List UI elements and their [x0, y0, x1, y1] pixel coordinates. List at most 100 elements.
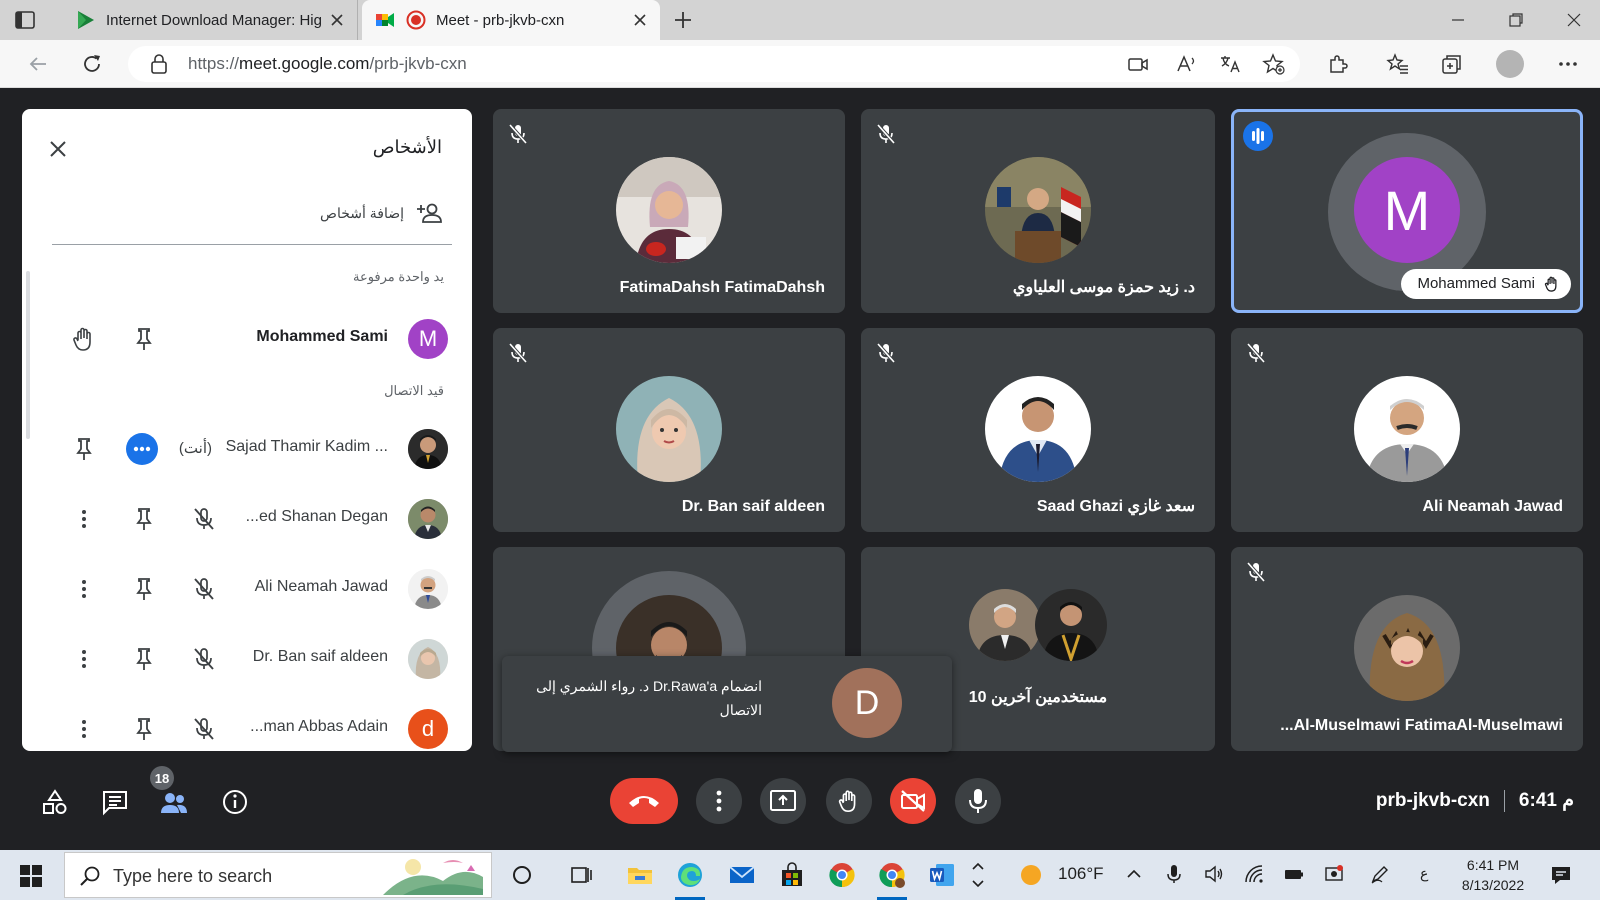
input-language[interactable]: ع: [1420, 865, 1428, 882]
participant-tile[interactable]: Ali Neamah Jawad: [1231, 328, 1583, 532]
chat-icon[interactable]: [101, 788, 129, 816]
more-actions-button[interactable]: [126, 433, 158, 465]
mic-off-icon: [1245, 342, 1267, 364]
close-icon[interactable]: [46, 137, 70, 161]
participant-tile[interactable]: د. زيد حمزة موسى العلياوي: [861, 109, 1215, 313]
read-aloud-icon[interactable]: [1174, 52, 1198, 76]
activities-icon[interactable]: [41, 788, 69, 816]
notifications-icon[interactable]: [1550, 864, 1572, 886]
microsoft-store-icon[interactable]: [778, 861, 806, 889]
system-clock[interactable]: 6:41 PM 8/13/2022: [1448, 855, 1538, 895]
task-view-icon[interactable]: [568, 861, 596, 889]
window-close-icon[interactable]: [1564, 10, 1584, 30]
back-icon[interactable]: [26, 52, 50, 76]
camera-in-use-icon[interactable]: [1126, 52, 1150, 76]
pin-icon[interactable]: [130, 715, 158, 743]
participant-tile[interactable]: FatimaDahsh FatimaDahsh: [493, 109, 845, 313]
people-icon[interactable]: [160, 788, 188, 816]
more-options-button[interactable]: [696, 778, 742, 824]
people-panel: الأشخاص إضافة أشخاص يد واحدة مرفوعة M Mo…: [22, 109, 472, 751]
chevron-up-icon[interactable]: [1124, 864, 1144, 884]
file-explorer-icon[interactable]: [626, 861, 654, 889]
url-field[interactable]: https://meet.google.com/prb-jkvb-cxn: [128, 46, 1300, 82]
list-item[interactable]: Dr. Ban saif aldeen: [22, 629, 472, 689]
add-people-button[interactable]: إضافة أشخاص: [320, 201, 444, 225]
pin-icon[interactable]: [130, 505, 158, 533]
people-count-badge: 18: [150, 766, 174, 790]
more-vert-icon[interactable]: [70, 645, 98, 673]
tab-actions-icon[interactable]: [14, 9, 36, 31]
settings-more-icon[interactable]: [1556, 52, 1580, 76]
wifi-icon[interactable]: [1244, 864, 1264, 884]
more-vert-icon[interactable]: [70, 505, 98, 533]
battery-icon[interactable]: [1284, 864, 1304, 884]
participant-tile[interactable]: ...Al-Muselmawi FatimaAl-Muselmawi: [1231, 547, 1583, 751]
chrome-profile-icon[interactable]: [878, 861, 906, 889]
microphone-in-use-icon[interactable]: [1164, 864, 1184, 884]
participant-photo: [969, 589, 1041, 661]
refresh-icon[interactable]: [80, 52, 104, 76]
end-call-button[interactable]: [610, 778, 678, 824]
tab-idm[interactable]: Internet Download Manager: Hig: [62, 0, 358, 40]
close-icon[interactable]: [329, 12, 345, 28]
microphone-button[interactable]: [955, 778, 1001, 824]
weather-temperature[interactable]: 106°F: [1058, 864, 1104, 884]
weather-sun-icon[interactable]: [1018, 861, 1044, 889]
lock-icon[interactable]: [150, 54, 168, 74]
present-screen-button[interactable]: [760, 778, 806, 824]
translate-icon[interactable]: [1218, 52, 1242, 76]
chrome-icon[interactable]: [828, 861, 856, 889]
mic-off-icon: [190, 645, 218, 673]
pin-icon[interactable]: [130, 575, 158, 603]
list-item[interactable]: Sajad Thamir Kadim ... (أنت): [22, 419, 472, 479]
windows-start-icon[interactable]: [20, 865, 42, 887]
lower-hand-icon[interactable]: [70, 325, 98, 353]
participant-photo: [1354, 595, 1460, 701]
collections-icon[interactable]: [1440, 52, 1464, 76]
url-text: https://meet.google.com/prb-jkvb-cxn: [188, 54, 467, 74]
close-icon[interactable]: [632, 12, 648, 28]
minimize-icon[interactable]: [1448, 10, 1468, 30]
pin-icon[interactable]: [130, 325, 158, 353]
mic-off-icon: [190, 575, 218, 603]
mail-icon[interactable]: [728, 861, 756, 889]
participant-name: Saad Ghazi سعد غازي: [1036, 498, 1195, 515]
list-item[interactable]: Ali Neamah Jawad: [22, 559, 472, 619]
pin-icon[interactable]: [70, 435, 98, 463]
taskbar-search-input[interactable]: Type here to search: [64, 852, 492, 898]
more-vert-icon[interactable]: [70, 575, 98, 603]
volume-icon[interactable]: [1204, 864, 1224, 884]
extensions-icon[interactable]: [1326, 52, 1350, 76]
list-item[interactable]: d ...man Abbas Adain: [22, 699, 472, 751]
favorites-icon[interactable]: [1386, 52, 1410, 76]
meeting-details-icon[interactable]: [221, 788, 249, 816]
divider: [1503, 789, 1505, 812]
more-vert-icon[interactable]: [70, 715, 98, 743]
word-icon[interactable]: [928, 861, 956, 889]
edge-icon[interactable]: [676, 861, 704, 889]
add-favorite-icon[interactable]: [1262, 52, 1286, 76]
notification-text: انضمام Dr.Rawa'a د. رواء الشمري إلى الات…: [536, 678, 762, 718]
new-tab-icon[interactable]: [672, 9, 694, 31]
taskbar-scroll-icon[interactable]: [970, 861, 986, 889]
avatar: [408, 639, 448, 679]
participant-tile[interactable]: Saad Ghazi سعد غازي: [861, 328, 1215, 532]
list-item[interactable]: ...ed Shanan Degan: [22, 489, 472, 549]
pin-icon[interactable]: [130, 645, 158, 673]
camera-off-button[interactable]: [890, 778, 936, 824]
join-notification: D انضمام Dr.Rawa'a د. رواء الشمري إلى ال…: [502, 656, 952, 752]
list-item[interactable]: M Mohammed Sami: [22, 309, 472, 369]
cortana-icon[interactable]: [508, 861, 536, 889]
raise-hand-button[interactable]: [826, 778, 872, 824]
participant-tile-active-speaker[interactable]: M Mohammed Sami: [1231, 109, 1583, 313]
tab-meet[interactable]: Meet - prb-jkvb-cxn: [362, 0, 660, 40]
screen-capture-icon[interactable]: [1324, 864, 1344, 884]
search-highlight-illustration: [383, 855, 483, 895]
restore-icon[interactable]: [1506, 10, 1526, 30]
search-icon: [79, 865, 101, 887]
participant-tile[interactable]: Dr. Ban saif aldeen: [493, 328, 845, 532]
participant-photo: [616, 376, 722, 482]
pen-icon[interactable]: [1370, 864, 1390, 884]
profile-avatar[interactable]: [1496, 50, 1524, 78]
search-placeholder: Type here to search: [113, 866, 273, 886]
